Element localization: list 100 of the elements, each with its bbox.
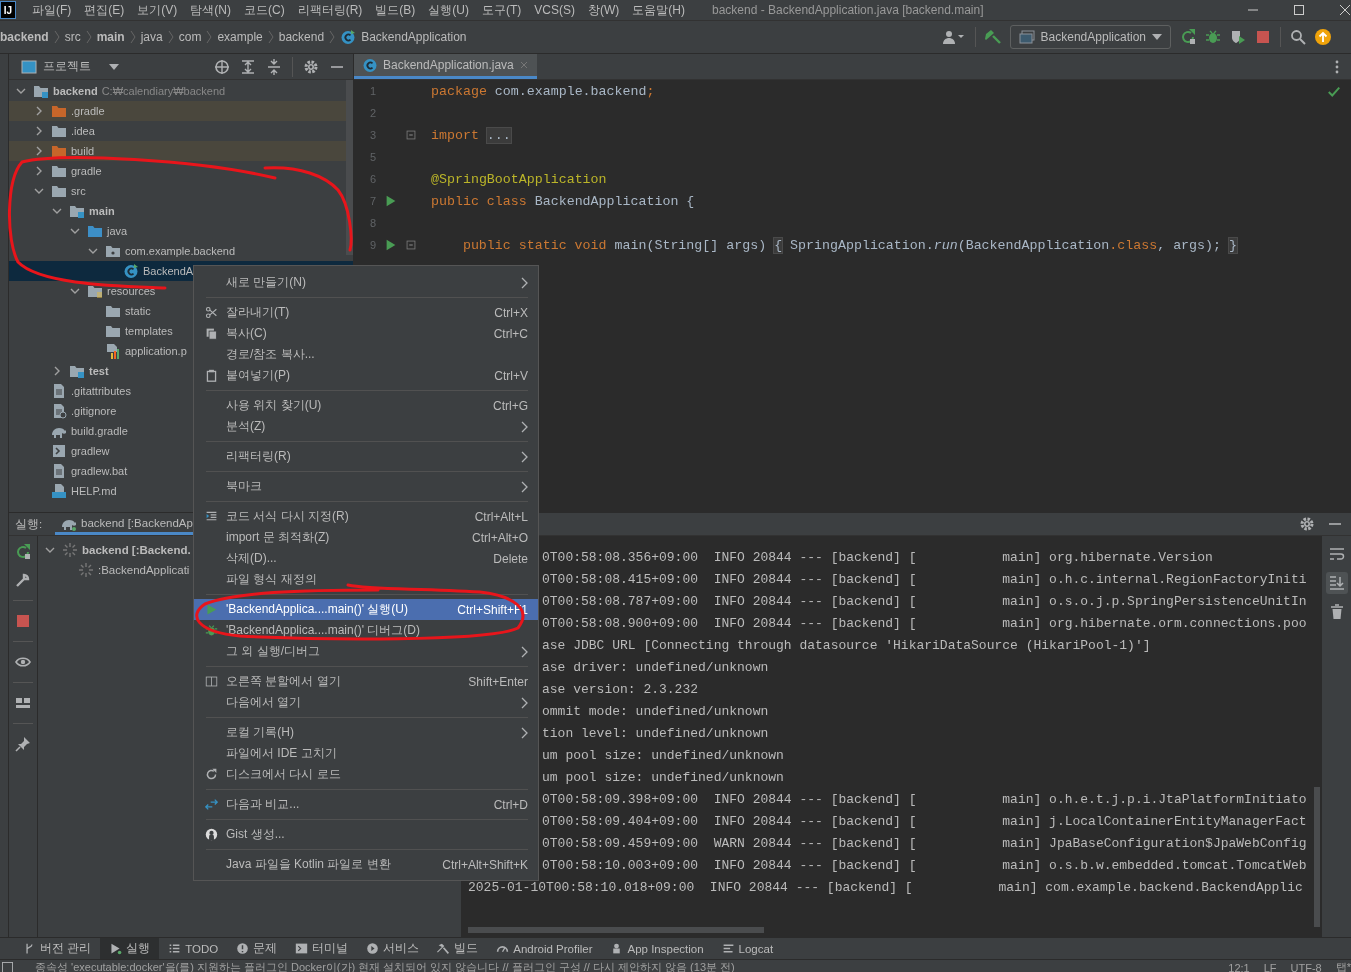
menu-item[interactable]: 다음과 비교... Ctrl+D bbox=[194, 794, 538, 815]
scrollbar[interactable] bbox=[346, 80, 353, 255]
tool-window-tab[interactable]: 서비스 bbox=[357, 938, 429, 959]
menu-item[interactable]: 파일에서 IDE 고치기 bbox=[194, 743, 538, 764]
menu-item[interactable]: 코드(C) bbox=[244, 1, 285, 19]
tree-item[interactable]: main bbox=[49, 201, 115, 221]
users-icon[interactable] bbox=[941, 29, 966, 45]
wrap-icon[interactable] bbox=[1328, 546, 1345, 563]
menu-item[interactable]: VCS(S) bbox=[534, 3, 575, 17]
scrollbar[interactable] bbox=[1314, 787, 1320, 927]
caret-position[interactable]: 12:1 bbox=[1228, 961, 1250, 972]
breadcrumb-item[interactable]: com bbox=[178, 30, 202, 44]
tree-item[interactable]: templates bbox=[85, 321, 173, 341]
close-icon[interactable] bbox=[1339, 4, 1351, 16]
fold-icon[interactable] bbox=[404, 128, 418, 142]
menu-item[interactable]: 창(W) bbox=[588, 1, 620, 19]
scrollbar[interactable] bbox=[468, 927, 764, 933]
tree-item[interactable]: build bbox=[31, 141, 95, 161]
menu-item[interactable]: 탐색(N) bbox=[190, 1, 231, 19]
menu-item[interactable]: 실행(U) bbox=[428, 1, 469, 19]
tool-window-tab[interactable]: 버전 관리 bbox=[14, 938, 101, 959]
run-configuration-dropdown[interactable]: BackendApplication bbox=[1009, 25, 1171, 49]
tree-item[interactable]: com.example.backend bbox=[85, 241, 236, 261]
settings-icon[interactable] bbox=[1299, 516, 1315, 533]
tool-window-tab[interactable]: Logcat bbox=[712, 938, 783, 959]
indent-setting[interactable]: 탭* bbox=[1335, 960, 1351, 972]
tool-window-tab[interactable]: 터미널 bbox=[286, 938, 358, 959]
menu-item[interactable]: 편집(E) bbox=[84, 1, 125, 19]
hammer-icon[interactable] bbox=[984, 29, 1001, 45]
menu-item[interactable]: 파일 형식 재정의 bbox=[194, 569, 538, 590]
menu-item[interactable]: 파일(F) bbox=[32, 1, 72, 19]
tree-item[interactable]: gradlew bbox=[31, 441, 110, 461]
menu-item[interactable]: 사용 위치 찾기(U) Ctrl+G bbox=[194, 395, 538, 416]
pin-icon[interactable] bbox=[15, 736, 31, 753]
stop-icon[interactable] bbox=[15, 613, 31, 630]
menu-item[interactable]: 붙여넣기(P) Ctrl+V bbox=[194, 365, 538, 386]
update-icon[interactable] bbox=[1315, 29, 1331, 45]
tree-item[interactable]: build.gradle bbox=[31, 421, 128, 441]
menu-item[interactable]: Java 파일을 Kotlin 파일로 변환 Ctrl+Alt+Shift+K bbox=[194, 854, 538, 875]
expand-all-icon[interactable] bbox=[240, 58, 256, 75]
play-icon[interactable] bbox=[384, 238, 398, 252]
line-separator[interactable]: LF bbox=[1263, 961, 1277, 972]
panel-toggle-icon[interactable] bbox=[2, 962, 13, 972]
menu-item[interactable]: 리팩터링(R) bbox=[297, 1, 363, 19]
crosshair-icon[interactable] bbox=[214, 58, 230, 75]
menu-item[interactable]: Gist 생성... bbox=[194, 824, 538, 845]
breadcrumb-item[interactable]: main bbox=[96, 30, 125, 44]
tree-item[interactable]: java bbox=[67, 221, 128, 241]
search-icon[interactable] bbox=[1290, 29, 1306, 45]
menu-item[interactable]: 삭제(D)... Delete bbox=[194, 548, 538, 569]
tree-item[interactable]: HELP.md bbox=[31, 481, 117, 501]
menu-item[interactable]: 북마크 bbox=[194, 476, 538, 497]
menu-item[interactable]: 새로 만들기(N) bbox=[194, 272, 538, 293]
menu-item[interactable]: 분석(Z) bbox=[194, 416, 538, 437]
menu-item[interactable]: 도움말(H) bbox=[632, 1, 685, 19]
file-tab[interactable]: BackendApplication.java bbox=[354, 54, 537, 79]
tree-item[interactable]: resources bbox=[67, 281, 156, 301]
menu-item[interactable]: 로컬 기록(H) bbox=[194, 722, 538, 743]
breadcrumb-item[interactable]: backend bbox=[0, 30, 49, 44]
menu-item[interactable]: 경로/참조 복사... bbox=[194, 344, 538, 365]
tool-window-tab[interactable]: App Inspection bbox=[601, 938, 713, 959]
collapse-all-icon[interactable] bbox=[266, 58, 282, 75]
breadcrumb-item[interactable]: BackendApplication bbox=[361, 30, 467, 44]
play-icon[interactable] bbox=[384, 194, 398, 208]
menu-item[interactable]: 복사(C) Ctrl+C bbox=[194, 323, 538, 344]
menu-item[interactable]: 잘라내기(T) Ctrl+X bbox=[194, 302, 538, 323]
project-view-dropdown[interactable]: 프로젝트 bbox=[21, 58, 119, 75]
tree-item[interactable]: test bbox=[49, 361, 109, 381]
tree-item[interactable]: .gitignore bbox=[31, 401, 117, 421]
menu-item[interactable]: 빌드(B) bbox=[375, 1, 416, 19]
tree-item[interactable]: backend bbox=[13, 81, 98, 101]
stop-icon[interactable] bbox=[1255, 29, 1271, 45]
menu-item[interactable]: 다음에서 열기 bbox=[194, 692, 538, 713]
tool-window-tab[interactable]: 문제 bbox=[227, 938, 287, 959]
tool-window-tab[interactable]: TODO bbox=[159, 938, 228, 959]
breadcrumb-item[interactable]: java bbox=[140, 30, 163, 44]
menu-item[interactable]: 오른쪽 분할에서 열기 Shift+Enter bbox=[194, 671, 538, 692]
tree-item[interactable]: gradle bbox=[31, 161, 102, 181]
file-encoding[interactable]: UTF-8 bbox=[1290, 961, 1322, 972]
run-tree-item[interactable]: :BackendApplicati bbox=[78, 560, 190, 581]
rerun-icon[interactable] bbox=[15, 544, 31, 561]
menu-item[interactable]: 도구(T) bbox=[482, 1, 522, 19]
menu-item[interactable]: 보기(V) bbox=[137, 1, 178, 19]
breadcrumb-item[interactable]: example bbox=[217, 30, 263, 44]
menu-item[interactable]: 디스크에서 다시 로드 bbox=[194, 764, 538, 785]
more-options-icon[interactable] bbox=[1335, 58, 1339, 75]
breadcrumb-item[interactable]: backend bbox=[278, 30, 325, 44]
run-tree-item[interactable]: backend [:Backend. bbox=[42, 540, 191, 561]
tool-window-tab[interactable]: 실행 bbox=[100, 938, 160, 959]
tree-item[interactable]: application.p bbox=[85, 341, 187, 361]
trash-icon[interactable] bbox=[1328, 604, 1345, 621]
settings-icon[interactable] bbox=[303, 58, 319, 75]
shield-play-icon[interactable] bbox=[1230, 29, 1246, 45]
tree-item[interactable]: .idea bbox=[31, 121, 95, 141]
breadcrumb-item[interactable]: src bbox=[64, 30, 81, 44]
scroll-to-end-button[interactable] bbox=[1325, 572, 1348, 595]
maximize-icon[interactable] bbox=[1293, 4, 1305, 16]
menu-item[interactable]: 그 외 실행/디버그 bbox=[194, 641, 538, 662]
tree-item[interactable]: .gitattributes bbox=[31, 381, 131, 401]
tree-item[interactable]: gradlew.bat bbox=[31, 461, 128, 481]
